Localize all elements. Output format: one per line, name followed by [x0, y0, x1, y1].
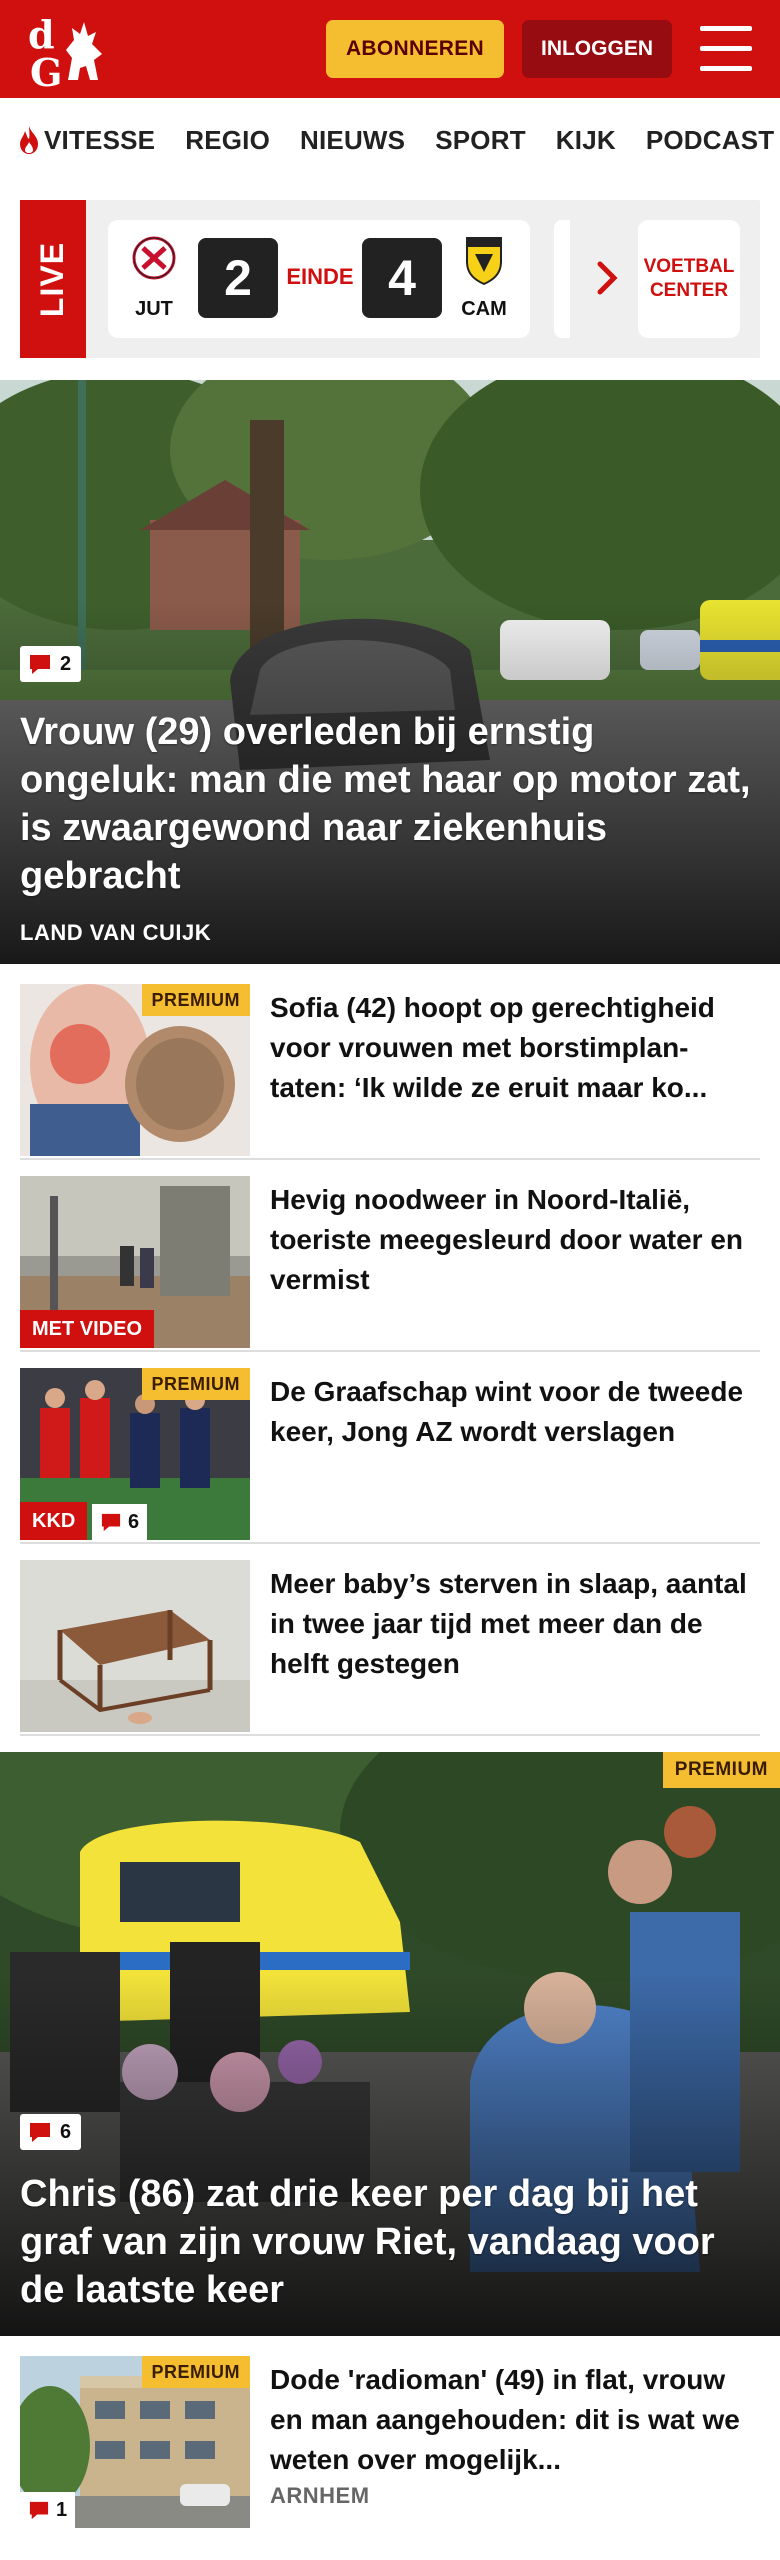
live-tag: LIVE [20, 200, 86, 358]
article-title[interactable]: De Graafschap wint voor de tweede keer, … [270, 1372, 760, 1452]
comment-count-badge[interactable]: 2 [20, 646, 82, 682]
dg-logo[interactable]: d G [22, 10, 114, 90]
comment-count-badge[interactable]: 6 [20, 2114, 82, 2150]
svg-text:G: G [30, 50, 62, 90]
chevron-right-icon[interactable] [592, 258, 622, 298]
nav-label: VITESSE [44, 124, 156, 155]
match-status: EINDE [286, 264, 354, 289]
comment-icon [29, 2501, 49, 2520]
main-nav: VITESSE REGIO NIEUWS SPORT KIJK PODCAST [0, 98, 780, 182]
article-thumbnail: PREMIUM 1 [20, 2356, 250, 2528]
nav-item-vitesse[interactable]: VITESSE [18, 125, 155, 156]
comment-count-badge[interactable]: 1 [20, 2492, 76, 2528]
nav-item-regio[interactable]: REGIO [185, 125, 270, 156]
nav-item-kijk[interactable]: KIJK [556, 125, 616, 156]
match-card[interactable]: JUT 2 EINDE 4 CAM [108, 220, 530, 338]
away-team: CAM [452, 234, 516, 321]
login-button[interactable]: INLOGGEN [522, 20, 672, 78]
hero-article-2[interactable]: PREMIUM 6 Chris (86) zat drie keer per d… [0, 1752, 780, 2336]
subscribe-button[interactable]: ABONNEREN [326, 20, 504, 78]
home-team: JUT [122, 234, 186, 321]
article-title[interactable]: Meer baby’s sterven in slaap, aantal in … [270, 1564, 760, 1684]
hero-title[interactable]: Vrouw (29) overleden bij ernstig ongeluk… [20, 708, 756, 900]
flame-icon [20, 126, 38, 154]
premium-badge: PREMIUM [662, 1752, 780, 1788]
comment-icon [30, 2123, 50, 2142]
away-score: 4 [362, 238, 442, 318]
nav-item-nieuws[interactable]: NIEUWS [300, 125, 405, 156]
hero-title[interactable]: Chris (86) zat drie keer per dag bij het… [20, 2170, 756, 2314]
article-row[interactable]: PREMIUM 1 Dode 'radioman' (49) in flat, … [20, 2340, 760, 2560]
premium-badge: PREMIUM [141, 984, 250, 1016]
article-location: ARNHEM [270, 2483, 370, 2508]
voetbal-center-button[interactable]: VOETBAL CENTER [638, 220, 740, 338]
next-match-card-peek[interactable] [554, 220, 570, 338]
kkd-tag: KKD [20, 1502, 88, 1540]
comment-icon [30, 655, 50, 674]
nav-item-podcast[interactable]: PODCAST [646, 125, 775, 156]
site-header: d G ABONNEREN INLOGGEN [0, 0, 780, 98]
thumbnail-image [20, 1560, 250, 1732]
premium-badge: PREMIUM [141, 1368, 250, 1400]
article-thumbnail: PREMIUM KKD 6 [20, 1368, 250, 1540]
nav-item-sport[interactable]: SPORT [435, 125, 526, 156]
comment-icon [101, 1513, 121, 1532]
article-thumbnail [20, 1560, 250, 1732]
article-row[interactable]: PREMIUM Sofia (42) hoopt op gerechtighei… [20, 968, 760, 1160]
home-score: 2 [198, 238, 278, 318]
article-row[interactable]: Meer baby’s sterven in slaap, aantal in … [20, 1544, 760, 1736]
comment-count-badge[interactable]: 6 [92, 1504, 148, 1540]
hero-article-1[interactable]: 2 Vrouw (29) overleden bij ernstig ongel… [0, 380, 780, 964]
article-title[interactable]: Dode 'radioman' (49) in flat, vrouw en m… [270, 2360, 760, 2480]
video-tag: MET VIDEO [20, 1310, 155, 1348]
article-title[interactable]: Sofia (42) hoopt op gerechtigheid voor v… [270, 988, 760, 1108]
home-team-crest-icon [132, 236, 176, 280]
article-thumbnail: PREMIUM [20, 984, 250, 1156]
article-title[interactable]: Hevig noodweer in Noord-Italië, toeriste… [270, 1180, 760, 1300]
article-row[interactable]: MET VIDEO Hevig noodweer in Noord-Italië… [20, 1160, 760, 1352]
menu-icon[interactable] [700, 26, 752, 72]
hero-location: LAND VAN CUIJK [20, 920, 212, 945]
away-team-crest-icon [466, 237, 502, 286]
premium-badge: PREMIUM [141, 2356, 250, 2388]
live-score-strip: LIVE JUT 2 EINDE 4 CAM VOETBAL CENTER [20, 200, 760, 358]
article-thumbnail: MET VIDEO [20, 1176, 250, 1348]
article-row[interactable]: PREMIUM KKD 6 De Graafschap wint voor de… [20, 1352, 760, 1544]
